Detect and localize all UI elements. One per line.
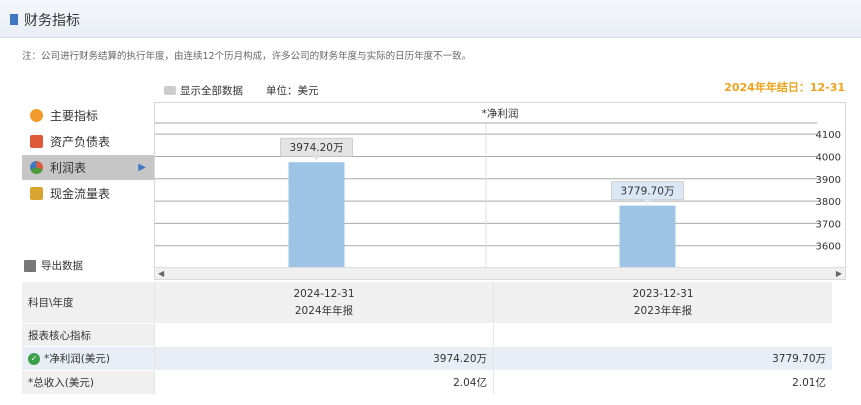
sidebar: 主要指标 资产负债表 利润表 ▶ 现金流量表 xyxy=(22,103,154,207)
unit-label: 单位：美元 xyxy=(266,85,319,97)
column-report: 2023年年报 xyxy=(633,304,693,317)
data-label-pointer xyxy=(312,156,321,161)
column-report: 2024年年报 xyxy=(294,304,354,317)
data-label: 3779.70万 xyxy=(621,186,675,198)
sidebar-item-cash-flow[interactable]: 现金流量表 xyxy=(22,181,154,207)
sidebar-item-balance-sheet[interactable]: 资产负债表 xyxy=(22,129,154,155)
check-icon: ✓ xyxy=(28,352,40,365)
fiscal-year-note: 注：公司进行财务结算的执行年度，由连续12个历月构成，许多公司的财务年度与实际的… xyxy=(22,51,472,62)
sidebar-item-label: 主要指标 xyxy=(50,109,99,123)
table-cell: 2.01亿 xyxy=(493,371,832,394)
column-header-2024: 2024-12-31 2024年年报 xyxy=(154,282,493,323)
page-header: 财务指标 xyxy=(0,0,861,38)
show-all-label: 显示全部数据 xyxy=(180,85,243,97)
table-cell: 2.04亿 xyxy=(154,371,493,394)
table-cell: 3779.70万 xyxy=(493,347,832,370)
y-tick-label: 3600 xyxy=(816,242,841,253)
column-date: 2024-12-31 xyxy=(293,287,355,300)
column-date: 2023-12-31 xyxy=(632,287,694,300)
table-header-row: 科目\年度 2024-12-31 2024年年报 2023-12-31 2023… xyxy=(22,282,832,324)
money-icon xyxy=(30,187,43,200)
document-icon xyxy=(30,135,43,148)
empty-cell xyxy=(493,324,832,346)
export-icon xyxy=(24,259,36,272)
y-tick-label: 3700 xyxy=(816,219,841,230)
section-label: 报表核心指标 xyxy=(22,324,154,346)
chart-scrollbar[interactable]: ◀ ▶ xyxy=(155,267,845,279)
section-row: 报表核心指标 xyxy=(22,324,832,347)
row-label: *总收入(美元) xyxy=(22,371,154,394)
bar xyxy=(619,205,676,268)
chevron-right-icon: ▶ xyxy=(138,162,146,173)
comment-icon xyxy=(164,86,176,95)
year-end-label: 2024年年结日：12-31 xyxy=(724,81,845,94)
corner-header: 科目\年度 xyxy=(22,282,154,323)
column-header-2023: 2023-12-31 2023年年报 xyxy=(493,282,832,323)
data-label: 3974.20万 xyxy=(290,142,344,154)
y-tick-label: 4100 xyxy=(816,130,841,141)
y-tick-label: 4000 xyxy=(816,152,841,163)
chart-canvas: 3600 3700 3800 3900 4000 4100 3974.20万 3779.70万 xyxy=(155,122,841,268)
y-tick-label: 3800 xyxy=(816,197,841,208)
sidebar-item-label: 现金流量表 xyxy=(50,187,111,201)
section-icon xyxy=(10,14,18,25)
data-label-pointer xyxy=(643,199,652,204)
sidebar-item-income-statement[interactable]: 利润表 ▶ xyxy=(22,155,154,181)
table-row[interactable]: ✓ *净利润(美元) 3974.20万 3779.70万 xyxy=(22,347,832,371)
page-title: 财务指标 xyxy=(24,13,80,29)
scroll-right-icon[interactable]: ▶ xyxy=(836,268,842,279)
table-row[interactable]: *总收入(美元) 2.04亿 2.01亿 xyxy=(22,371,832,395)
pie-chart-icon xyxy=(30,161,43,174)
export-data-button[interactable]: 导出数据 xyxy=(24,258,83,273)
scroll-left-icon[interactable]: ◀ xyxy=(158,268,164,279)
net-profit-chart: 3600 3700 3800 3900 4000 4100 3974.20万 3779.70万… xyxy=(154,102,846,280)
show-all-data-button[interactable]: 显示全部数据 xyxy=(164,83,243,98)
empty-cell xyxy=(154,324,493,346)
export-label: 导出数据 xyxy=(41,260,83,272)
chart-title: *净利润 xyxy=(481,108,519,120)
income-table: 科目\年度 2024-12-31 2024年年报 2023-12-31 2023… xyxy=(22,282,832,395)
gear-icon xyxy=(30,109,43,122)
sidebar-item-main-indicators[interactable]: 主要指标 xyxy=(22,103,154,129)
table-cell: 3974.20万 xyxy=(154,347,493,370)
row-label: ✓ *净利润(美元) xyxy=(22,347,154,370)
bar xyxy=(288,162,345,268)
y-tick-label: 3900 xyxy=(816,175,841,186)
row-label-text: *净利润(美元) xyxy=(44,353,110,365)
sidebar-item-label: 利润表 xyxy=(50,161,87,175)
sidebar-item-label: 资产负债表 xyxy=(50,135,111,149)
